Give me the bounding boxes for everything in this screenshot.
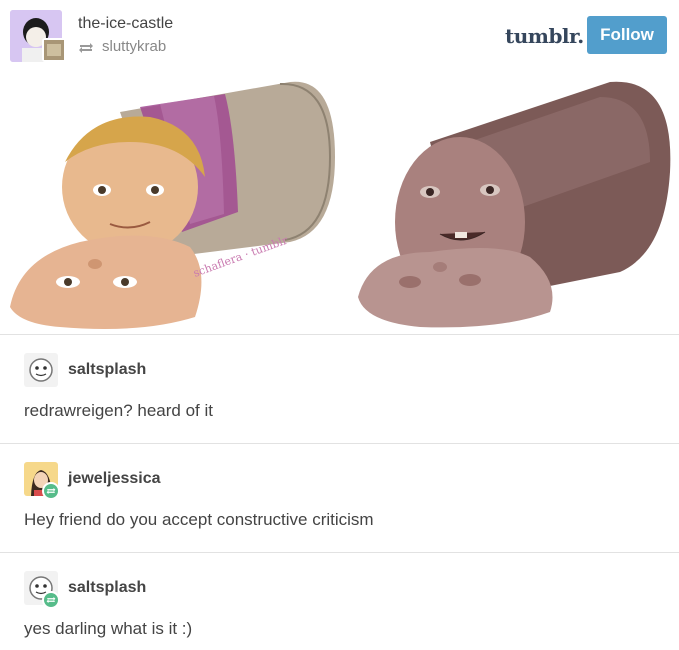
- comment-username[interactable]: saltsplash: [68, 361, 146, 379]
- comment-text: yes darling what is it :): [24, 619, 193, 638]
- reblog-badge-icon: [42, 482, 60, 500]
- reblog-source-avatar[interactable]: [42, 38, 66, 62]
- reblog-info: sluttykrab: [78, 38, 166, 55]
- avatar[interactable]: [24, 353, 58, 387]
- post-header: the-ice-castle sluttykrab tumblr. Follow: [0, 0, 679, 72]
- left-sausage-drawing: schaflera · tumblr: [10, 81, 335, 330]
- right-sausage-drawing: [358, 81, 671, 328]
- tumblr-logo[interactable]: tumblr.: [505, 24, 584, 48]
- comment-text: Hey friend do you accept constructive cr…: [24, 510, 374, 529]
- comment-username[interactable]: saltsplash: [68, 579, 146, 597]
- comment-username[interactable]: jeweljessica: [68, 470, 161, 488]
- reblog-comment: saltsplash yes darling what is it :): [0, 553, 679, 650]
- reblog-icon: [78, 41, 94, 53]
- comment-text: redrawreigen? heard of it: [24, 401, 214, 420]
- blog-name-link[interactable]: the-ice-castle: [78, 15, 173, 33]
- post-image: schaflera · tumblr: [0, 72, 679, 334]
- follow-button[interactable]: Follow: [587, 16, 667, 54]
- reblog-comment: saltsplash redrawreigen? heard of it: [0, 335, 679, 443]
- reblogged-from-link[interactable]: sluttykrab: [102, 38, 166, 55]
- reblog-comment: jeweljessica Hey friend do you accept co…: [0, 444, 679, 552]
- reblog-badge-icon: [42, 591, 60, 609]
